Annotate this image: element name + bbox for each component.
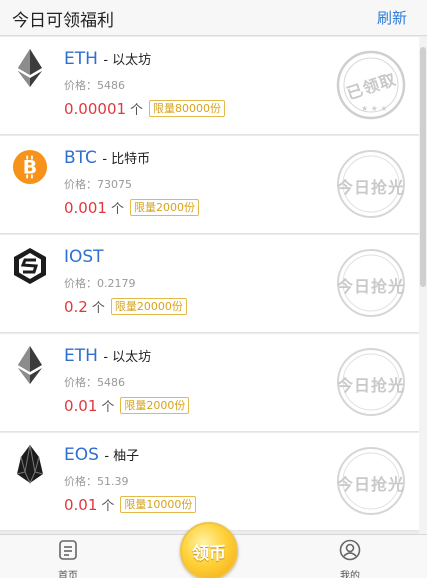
coin-symbol: ETH — [64, 346, 98, 366]
tab-label: 首页 — [58, 571, 78, 578]
stamp-label: 今日抢光 — [336, 475, 405, 494]
price-value: 51.39 — [97, 475, 129, 488]
limit-badge: 限量10000份 — [120, 496, 197, 513]
claim-coin-button[interactable]: 领币 — [180, 522, 238, 578]
list-item[interactable]: ETH - 以太坊 价格：5486 0.00001 个 限量80000份 ★ ★… — [0, 37, 419, 135]
tab-mine[interactable]: 我的 — [320, 539, 380, 578]
coin-symbol: EOS — [64, 445, 99, 465]
refresh-button[interactable]: 刷新 — [377, 7, 407, 28]
price-value: 5486 — [97, 79, 125, 92]
stamp-label: 今日抢光 — [336, 178, 405, 197]
document-icon — [57, 540, 79, 565]
user-icon — [339, 539, 361, 565]
stamp-label: 今日抢光 — [336, 277, 405, 296]
limit-badge: 限量20000份 — [110, 298, 187, 315]
ethereum-icon — [12, 346, 48, 384]
coin-fullname: - 以太坊 — [103, 53, 152, 68]
eos-icon — [12, 444, 48, 484]
limit-badge: 限量80000份 — [149, 100, 226, 117]
stamp-label: 今日抢光 — [336, 376, 405, 395]
scrollbar-thumb[interactable] — [420, 47, 426, 287]
reward-unit: 个 — [101, 499, 115, 514]
reward-amount: 0.001 — [64, 198, 107, 217]
coin-symbol: ETH — [64, 49, 98, 69]
price-value: 5486 — [97, 376, 125, 389]
list-item[interactable]: ETH - 以太坊 价格：5486 0.01 个 限量2000份 今日抢光 — [0, 334, 419, 432]
price-value: 73075 — [97, 178, 132, 191]
reward-unit: 个 — [101, 400, 115, 415]
sold-out-stamp[interactable]: 今日抢光 — [335, 148, 407, 220]
sold-out-stamp[interactable]: 今日抢光 — [335, 247, 407, 319]
price-label: 价格： — [64, 79, 97, 92]
tab-home[interactable]: 首页 — [38, 539, 98, 578]
svg-text:B: B — [23, 157, 37, 179]
price-label: 价格： — [64, 277, 97, 290]
sold-out-stamp[interactable]: 今日抢光 — [335, 346, 407, 418]
reward-unit: 个 — [130, 103, 144, 118]
limit-badge: 限量2000份 — [120, 397, 190, 414]
top-bar: 今日可领福利 刷新 — [0, 0, 427, 36]
svg-text:★ ★ ★: ★ ★ ★ — [361, 104, 388, 113]
page-title: 今日可领福利 — [12, 11, 114, 31]
ethereum-icon — [12, 49, 48, 87]
reward-unit: 个 — [110, 202, 124, 217]
reward-amount: 0.01 — [64, 396, 98, 415]
reward-amount: 0.2 — [64, 297, 88, 316]
limit-badge: 限量2000份 — [129, 199, 199, 216]
list-item[interactable]: IOST 价格：0.2179 0.2 个 限量20000份 今日抢光 — [0, 235, 419, 333]
coin-symbol: IOST — [64, 247, 104, 267]
welfare-list: ETH - 以太坊 价格：5486 0.00001 个 限量80000份 ★ ★… — [0, 37, 419, 531]
coin-fullname: - 柚子 — [104, 449, 140, 464]
gold-coin-icon: 领币 — [192, 543, 226, 564]
reward-amount: 0.00001 — [64, 99, 127, 118]
price-label: 价格： — [64, 376, 97, 389]
price-label: 价格： — [64, 178, 97, 191]
iost-icon — [12, 247, 48, 285]
reward-unit: 个 — [91, 301, 105, 316]
list-item[interactable]: EOS - 柚子 价格：51.39 0.01 个 限量10000份 今日抢光 — [0, 433, 419, 531]
tab-label: 我的 — [340, 571, 360, 578]
scrollbar[interactable] — [419, 37, 427, 537]
coin-fullname: - 比特币 — [102, 152, 151, 167]
price-label: 价格： — [64, 475, 97, 488]
bitcoin-icon: B — [12, 148, 48, 186]
sold-out-stamp[interactable]: 今日抢光 — [335, 445, 407, 517]
reward-amount: 0.01 — [64, 495, 98, 514]
coin-symbol: BTC — [64, 148, 97, 168]
claimed-stamp[interactable]: ★ ★ ★ 已领取 — [335, 49, 407, 121]
coin-fullname: - 以太坊 — [103, 350, 152, 365]
list-item[interactable]: B BTC - 比特币 价格：73075 0.001 个 限量2000份 今日抢… — [0, 136, 419, 234]
price-value: 0.2179 — [97, 277, 136, 290]
